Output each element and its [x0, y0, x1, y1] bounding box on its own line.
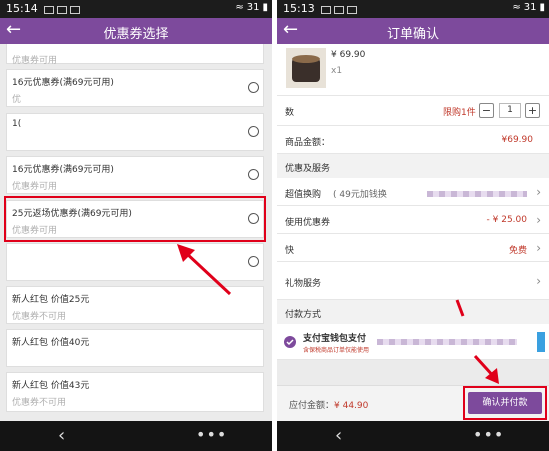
limit-label: 限购1件 [443, 108, 476, 118]
alipay-tag-icon [537, 332, 545, 352]
total-amount: 应付金额：¥ 44.90 [289, 398, 368, 411]
product-quantity: x1 [331, 66, 343, 76]
blurred-content [427, 191, 527, 197]
battery-icon: ▮ [539, 2, 545, 13]
highlight-box [463, 386, 547, 420]
wifi-icon: ≈ [235, 2, 244, 13]
product-price: ¥ 69.90 [331, 50, 366, 60]
coupon-select-screen: 15:14 ≈31 ▮ ← 优惠券选择 优惠券可用 16元优惠券(满69元可用) … [0, 0, 272, 451]
coupon-status: 优惠券可用 [12, 56, 58, 66]
signal-strength: 31 [246, 2, 260, 13]
coupon-item[interactable]: 优惠券可用 [6, 44, 264, 66]
total-value: ¥ 44.90 [334, 401, 369, 411]
coupon-item[interactable]: 新人红包 价值40元 [6, 329, 264, 367]
section-title: 付款方式 [285, 310, 322, 320]
decrement-button[interactable]: − [479, 103, 494, 118]
highlight-box [4, 196, 266, 242]
coupon-row[interactable]: 使用优惠券 - ¥ 25.00 › [277, 206, 549, 234]
status-indicators: ≈31 ▮ [232, 2, 268, 13]
notification-icons [44, 4, 83, 17]
goods-amount-row: 商品金额： ¥69.90 [277, 126, 549, 154]
value-buy-row[interactable]: 超值换购 ( 49元加钱换 › [277, 178, 549, 206]
chevron-right-icon: › [536, 274, 541, 288]
status-bar: 15:13 ≈31 ▮ [277, 0, 549, 18]
status-time: 15:14 [6, 2, 38, 15]
nav-back-icon[interactable]: ‹ [58, 425, 65, 446]
quantity-label: 数 [285, 108, 295, 118]
wifi-icon: ≈ [512, 2, 521, 13]
coupon-name: 新人红包 价值40元 [12, 338, 90, 348]
annotation-arrow [455, 299, 499, 384]
system-nav-bar: ‹ ••• [277, 421, 549, 451]
product-image [286, 48, 326, 88]
coupon-value: - ¥ 25.00 [486, 215, 527, 225]
signal-strength: 31 [523, 2, 537, 13]
payment-method-name: 支付宝钱包支付 [303, 334, 367, 344]
nav-back-icon[interactable]: ‹ [335, 425, 342, 446]
quantity-value[interactable]: 1 [499, 103, 521, 118]
coupon-radio[interactable] [248, 169, 259, 180]
payment-note: 含保税商品订单仅能使用 [303, 347, 370, 354]
status-time: 15:13 [283, 2, 315, 15]
quantity-row: 数 限购1件 − 1 + [277, 96, 549, 126]
shipping-label: 快 [285, 246, 295, 256]
order-confirm-screen: 15:13 ≈31 ▮ ← 订单确认 ¥ 69.90 x1 数 限购1件 − 1 … [277, 0, 549, 451]
shipping-row[interactable]: 快 免费 › [277, 234, 549, 262]
coupon-item[interactable]: 1( [6, 113, 264, 151]
increment-button[interactable]: + [525, 103, 540, 118]
chevron-right-icon: › [536, 241, 541, 255]
coupon-radio[interactable] [248, 126, 259, 137]
product-row[interactable]: ¥ 69.90 x1 [277, 44, 549, 96]
coupon-name: 新人红包 价值43元 [12, 381, 90, 391]
order-details[interactable]: ¥ 69.90 x1 数 限购1件 − 1 + 商品金额： ¥69.90 优惠及… [277, 44, 549, 421]
chevron-right-icon: › [536, 213, 541, 227]
coupon-name: 16元优惠券(满69元可用) [12, 165, 114, 175]
coupon-status: 优 [12, 95, 22, 105]
coupon-label: 使用优惠券 [285, 218, 331, 228]
battery-icon: ▮ [262, 2, 268, 13]
annotation-arrow [177, 244, 232, 296]
coupon-status: 优惠券不可用 [12, 398, 67, 408]
app-bar: ← 订单确认 [277, 18, 549, 44]
coupon-status: 优惠券可用 [12, 182, 58, 192]
coupon-item[interactable]: 新人红包 价值43元 优惠券不可用 [6, 372, 264, 412]
total-label: 应付金额： [289, 401, 335, 411]
notification-icons [321, 4, 360, 17]
value-buy-detail: ( 49元加钱换 [333, 190, 387, 200]
app-bar: ← 优惠券选择 [0, 18, 272, 44]
gift-label: 礼物服务 [285, 279, 322, 289]
checkmark-icon[interactable] [284, 336, 296, 348]
coupon-radio[interactable] [248, 256, 259, 267]
goods-amount-value: ¥69.90 [501, 135, 534, 145]
coupon-name: 16元优惠券(满69元可用) [12, 78, 114, 88]
goods-amount-label: 商品金额： [285, 138, 331, 148]
coupon-item[interactable]: 16元优惠券(满69元可用) 优 [6, 69, 264, 107]
status-indicators: ≈31 ▮ [509, 2, 545, 13]
coupon-radio[interactable] [248, 82, 259, 93]
page-title: 优惠券选择 [103, 27, 169, 42]
coupon-name: 新人红包 价值25元 [12, 295, 90, 305]
status-bar: 15:14 ≈31 ▮ [0, 0, 272, 18]
gift-row[interactable]: 礼物服务 › [277, 262, 549, 300]
section-title: 优惠及服务 [285, 164, 331, 174]
coupon-item[interactable]: 16元优惠券(满69元可用) 优惠券可用 [6, 156, 264, 194]
page-title: 订单确认 [386, 27, 439, 42]
coupon-name: 1( [12, 119, 22, 129]
value-buy-label: 超值换购 [285, 190, 322, 200]
coupon-status: 优惠券不可用 [12, 312, 67, 322]
shipping-value: 免费 [508, 246, 527, 256]
system-nav-bar: ‹ ••• [0, 421, 272, 451]
nav-menu-icon[interactable]: ••• [473, 425, 504, 444]
coupon-list[interactable]: 优惠券可用 16元优惠券(满69元可用) 优 1( 16元优惠券(满69元可用)… [0, 44, 272, 421]
chevron-right-icon: › [536, 185, 541, 199]
discount-section-header: 优惠及服务 [277, 154, 549, 178]
nav-menu-icon[interactable]: ••• [196, 425, 227, 444]
